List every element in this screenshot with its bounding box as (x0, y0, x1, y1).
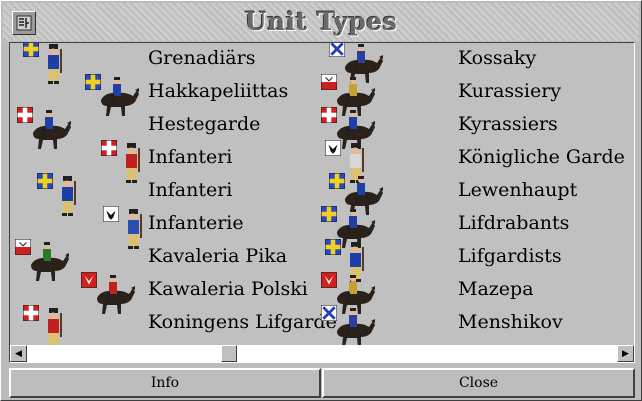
unit-list-item[interactable]: Menshikov (321, 305, 631, 345)
unit-list-item[interactable]: Mazepa (321, 272, 631, 314)
unit-label: Infanteri (148, 146, 233, 168)
unit-label: Mazepa (458, 278, 534, 300)
title-bar[interactable]: Unit Types (3, 3, 639, 41)
unit-list-item[interactable]: Infanteri (11, 173, 321, 216)
unit-list-item[interactable]: Königliche Garde (321, 140, 631, 183)
unit-label: Infanteri (148, 179, 233, 201)
unit-list-item[interactable]: Infanteri (11, 140, 321, 183)
unit-list-item[interactable]: Kossaky (321, 43, 631, 83)
unit-label: Grenadiärs (148, 47, 256, 69)
unit-list-item[interactable]: Lewenhaupt (321, 173, 631, 215)
infantry-icon (23, 305, 73, 345)
unit-list-item[interactable]: Kavaleria Pika (11, 239, 321, 281)
unit-list-item[interactable]: Kawaleria Polski (11, 272, 321, 314)
unit-label: Kossaky (458, 47, 537, 69)
unit-list-item[interactable]: Infanterie (11, 206, 321, 249)
info-button[interactable]: Info (9, 368, 321, 398)
unit-label: Kavaleria Pika (148, 245, 288, 267)
unit-list-panel: Grenadiärs Hakkapeliittas Hestegarde Infant… (9, 42, 635, 363)
arrow-left-icon: ◀ (15, 348, 22, 359)
unit-label: Kawaleria Polski (148, 278, 308, 300)
unit-label: Lewenhaupt (458, 179, 578, 201)
unit-label: Infanterie (148, 212, 244, 234)
scroll-left-button[interactable]: ◀ (10, 345, 27, 362)
unit-label: Hestegarde (148, 113, 261, 135)
unit-list[interactable]: Grenadiärs Hakkapeliittas Hestegarde Infant… (11, 43, 633, 345)
unit-list-item[interactable]: Kurassiery (321, 74, 631, 116)
cavalry-icon (321, 305, 375, 345)
horizontal-scrollbar[interactable]: ◀ ▶ (10, 345, 634, 362)
unit-label: Koningens Lifgarde (148, 311, 337, 333)
unit-list-item[interactable]: Koningens Lifgarde (11, 305, 337, 345)
unit-list-item[interactable]: Lifgardists (321, 239, 631, 282)
unit-label: Königliche Garde (458, 146, 625, 168)
unit-label: Kurassiery (458, 80, 562, 102)
unit-label: Lifgardists (458, 245, 562, 267)
unit-list-item[interactable]: Lifdrabants (321, 206, 631, 248)
unit-label: Lifdrabants (458, 212, 570, 234)
unit-types-dialog: Unit Types Grenadiärs Hakkapeliittas Heste… (0, 0, 642, 401)
close-button[interactable]: Close (322, 368, 635, 398)
scroll-thumb[interactable] (221, 345, 237, 362)
unit-label: Hakkapeliittas (148, 80, 289, 102)
unit-list-item[interactable]: Grenadiärs (11, 43, 321, 84)
scroll-right-button[interactable]: ▶ (617, 345, 634, 362)
unit-list-item[interactable]: Hakkapeliittas (11, 74, 321, 116)
unit-list-item[interactable]: Kyrassiers (321, 107, 631, 149)
unit-list-item[interactable]: Hestegarde (11, 107, 321, 149)
window-title: Unit Types (244, 7, 398, 36)
unit-label: Menshikov (458, 311, 563, 333)
unit-label: Kyrassiers (458, 113, 558, 135)
arrow-right-icon: ▶ (622, 348, 629, 359)
